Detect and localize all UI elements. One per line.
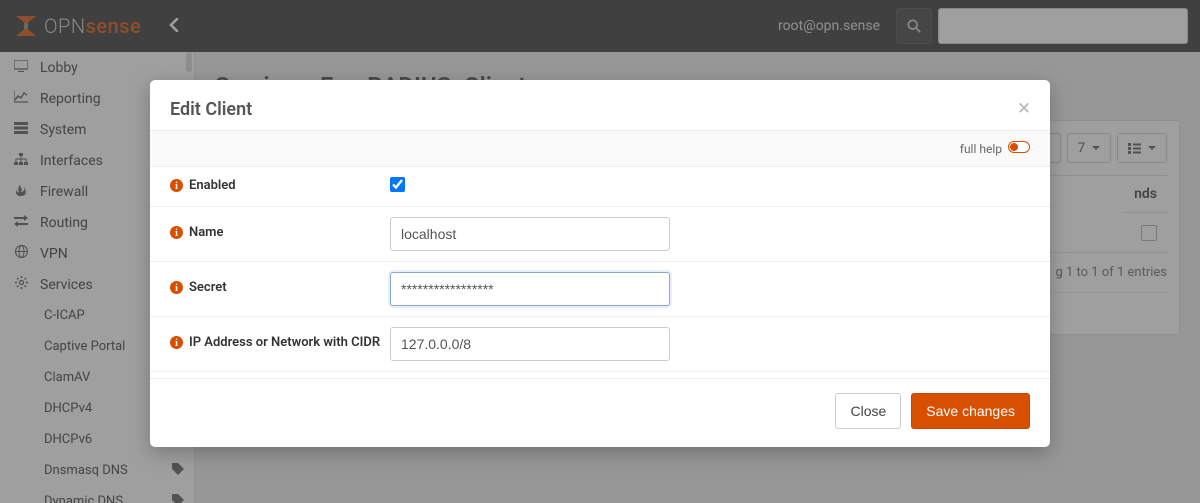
svg-text:i: i [175, 228, 178, 239]
info-icon[interactable]: i [170, 179, 183, 196]
edit-client-modal: Edit Client × full help i Enabled [150, 80, 1050, 447]
cidr-input[interactable] [390, 327, 670, 361]
field-label-enabled: Enabled [189, 178, 236, 193]
close-button[interactable]: Close [835, 393, 901, 429]
svg-text:i: i [175, 181, 178, 192]
modal-title: Edit Client [170, 99, 252, 120]
field-label-name: Name [189, 225, 223, 240]
full-help-toggle[interactable] [1008, 141, 1030, 156]
info-icon[interactable]: i [170, 281, 183, 298]
svg-text:i: i [175, 283, 178, 294]
save-button[interactable]: Save changes [911, 393, 1030, 429]
name-input[interactable] [390, 217, 670, 251]
full-help-label: full help [960, 142, 1002, 156]
secret-input[interactable] [390, 272, 670, 306]
info-icon[interactable]: i [170, 336, 183, 353]
field-label-cidr: IP Address or Network with CIDR [189, 335, 380, 350]
svg-text:i: i [175, 338, 178, 349]
info-icon[interactable]: i [170, 226, 183, 243]
close-icon[interactable]: × [1018, 98, 1030, 120]
enabled-checkbox[interactable] [390, 177, 405, 192]
field-label-secret: Secret [189, 280, 227, 295]
